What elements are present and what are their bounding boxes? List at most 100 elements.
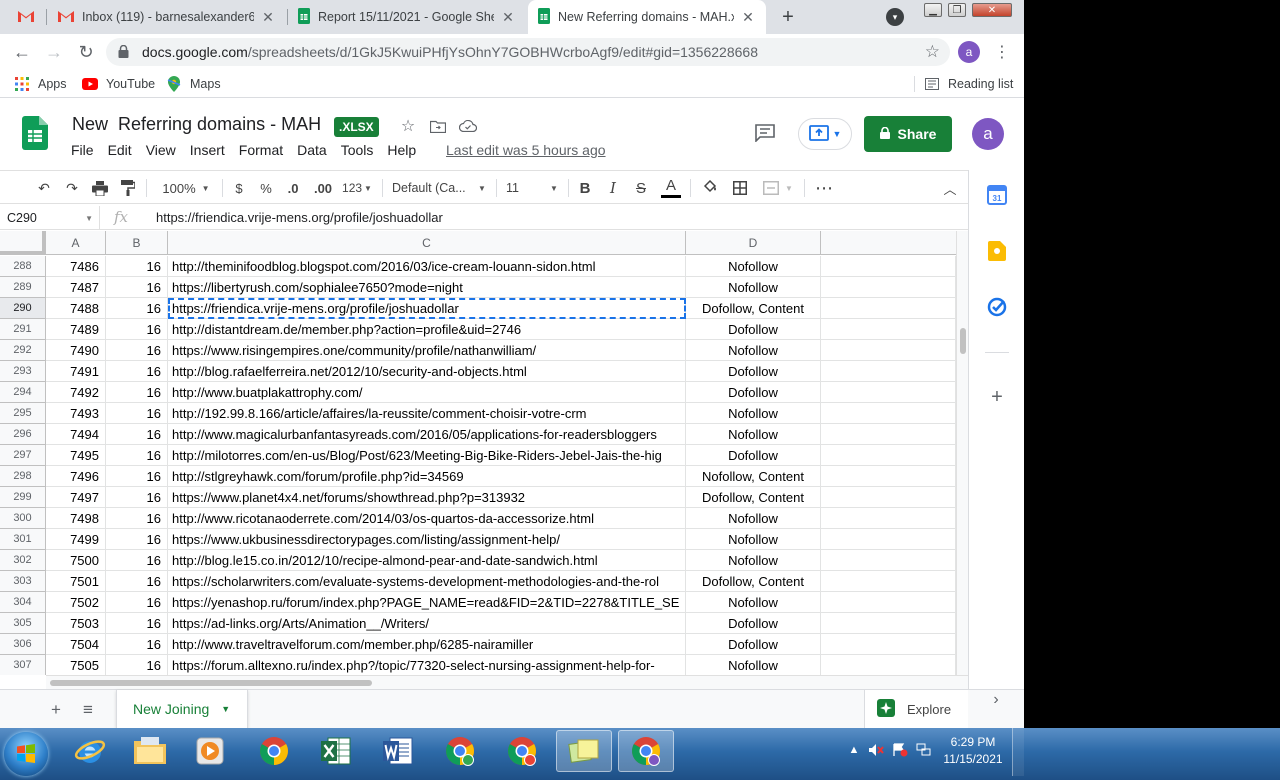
cell-c[interactable]: http://192.99.8.166/article/affaires/la-… xyxy=(168,403,686,424)
cell-d[interactable]: Nofollow xyxy=(686,550,821,571)
close-icon[interactable]: ✕ xyxy=(260,9,276,25)
explore-button[interactable]: Explore xyxy=(864,690,968,728)
bookmark-maps[interactable]: Maps xyxy=(166,75,221,93)
cell-empty[interactable] xyxy=(821,424,956,445)
taskbar-chrome-active-icon[interactable] xyxy=(618,730,674,772)
menu-edit[interactable]: Edit xyxy=(101,142,139,162)
tab-report[interactable]: Report 15/11/2021 - Google She ✕ xyxy=(288,0,526,34)
row-header[interactable]: 298 xyxy=(0,466,46,487)
column-header-b[interactable]: B xyxy=(106,231,168,255)
cell-b[interactable]: 16 xyxy=(106,424,168,445)
calendar-icon[interactable]: 31 xyxy=(986,184,1008,206)
menu-insert[interactable]: Insert xyxy=(183,142,232,162)
cell-empty[interactable] xyxy=(821,382,956,403)
currency-format-button[interactable]: $ xyxy=(230,177,248,199)
cell-d[interactable]: Nofollow xyxy=(686,592,821,613)
cell-a[interactable]: 7499 xyxy=(46,529,106,550)
cell-c[interactable]: https://forum.alltexno.ru/index.php?/top… xyxy=(168,655,686,675)
cell-d[interactable]: Nofollow xyxy=(686,340,821,361)
cell-c[interactable]: http://stlgreyhawk.com/forum/profile.php… xyxy=(168,466,686,487)
document-title[interactable]: New Referring domains - MAH xyxy=(72,114,321,135)
cell-d[interactable]: Nofollow xyxy=(686,277,821,298)
cell-a[interactable]: 7497 xyxy=(46,487,106,508)
cell-a[interactable]: 7503 xyxy=(46,613,106,634)
cell-empty[interactable] xyxy=(821,613,956,634)
cell-b[interactable]: 16 xyxy=(106,571,168,592)
tab-search-icon[interactable]: ▾ xyxy=(886,8,904,26)
cell-d[interactable]: Nofollow xyxy=(686,403,821,424)
cell-b[interactable]: 16 xyxy=(106,445,168,466)
cell-b[interactable]: 16 xyxy=(106,592,168,613)
zoom-select[interactable]: 100% ▼ xyxy=(156,177,216,199)
cell-a[interactable]: 7488 xyxy=(46,298,106,319)
share-button[interactable]: Share xyxy=(864,116,952,152)
undo-icon[interactable]: ↶ xyxy=(34,177,54,199)
menu-data[interactable]: Data xyxy=(290,142,334,162)
cell-d[interactable]: Nofollow xyxy=(686,508,821,529)
cell-empty[interactable] xyxy=(821,550,956,571)
all-sheets-list-icon[interactable]: ≡ xyxy=(78,700,98,720)
cell-b[interactable]: 16 xyxy=(106,613,168,634)
add-sheet-icon[interactable]: + xyxy=(46,700,66,720)
cell-b[interactable]: 16 xyxy=(106,382,168,403)
cloud-saved-icon[interactable] xyxy=(458,116,478,136)
cell-a[interactable]: 7502 xyxy=(46,592,106,613)
cell-b[interactable]: 16 xyxy=(106,655,168,675)
bookmark-youtube[interactable]: YouTube xyxy=(82,75,155,93)
cell-c[interactable]: https://ad-links.org/Arts/Animation__/Wr… xyxy=(168,613,686,634)
row-header[interactable]: 300 xyxy=(0,508,46,529)
taskbar-chrome-profile-icon[interactable] xyxy=(494,730,550,772)
cell-a[interactable]: 7494 xyxy=(46,424,106,445)
taskbar-chrome-profile-icon[interactable] xyxy=(432,730,488,772)
cell-a[interactable]: 7495 xyxy=(46,445,106,466)
star-icon[interactable]: ☆ xyxy=(398,116,418,136)
cell-empty[interactable] xyxy=(821,592,956,613)
reload-icon[interactable]: ↻ xyxy=(74,40,98,64)
cell-b[interactable]: 16 xyxy=(106,361,168,382)
volume-muted-icon[interactable] xyxy=(868,742,884,758)
back-arrow-icon[interactable]: ← xyxy=(10,40,34,64)
cell-c[interactable]: https://scholarwriters.com/evaluate-syst… xyxy=(168,571,686,592)
taskbar-word-icon[interactable] xyxy=(370,730,426,772)
cell-empty[interactable] xyxy=(821,487,956,508)
tasks-icon[interactable] xyxy=(986,296,1008,318)
strikethrough-button[interactable]: S xyxy=(632,177,650,199)
cell-empty[interactable] xyxy=(821,340,956,361)
minimize-button[interactable]: ▁ xyxy=(924,3,942,17)
cell-c[interactable]: http://blog.rafaelferreira.net/2012/10/s… xyxy=(168,361,686,382)
get-addons-plus-icon[interactable]: + xyxy=(986,386,1008,408)
cell-b[interactable]: 16 xyxy=(106,487,168,508)
row-header[interactable]: 294 xyxy=(0,382,46,403)
row-header[interactable]: 295 xyxy=(0,403,46,424)
sheets-logo-icon[interactable] xyxy=(22,116,48,150)
cell-c[interactable]: http://blog.le15.co.in/2012/10/recipe-al… xyxy=(168,550,686,571)
cell-empty[interactable] xyxy=(821,445,956,466)
cell-d[interactable]: Dofollow xyxy=(686,634,821,655)
taskbar-chrome-icon[interactable] xyxy=(246,730,302,772)
menu-kebab-icon[interactable]: ⋮ xyxy=(994,41,1010,63)
cell-d[interactable]: Nofollow xyxy=(686,256,821,277)
formula-input[interactable]: https://friendica.vrije-mens.org/profile… xyxy=(156,210,443,225)
print-icon[interactable] xyxy=(90,177,110,199)
scroll-thumb[interactable] xyxy=(50,680,372,686)
cell-empty[interactable] xyxy=(821,571,956,592)
cell-c[interactable]: http://milotorres.com/en-us/Blog/Post/62… xyxy=(168,445,686,466)
row-header[interactable]: 304 xyxy=(0,592,46,613)
cell-c[interactable]: http://theminifoodblog.blogspot.com/2016… xyxy=(168,256,686,277)
cell-a[interactable]: 7501 xyxy=(46,571,106,592)
close-icon[interactable]: ✕ xyxy=(500,9,516,25)
tab-referring-domains[interactable]: New Referring domains - MAH.xl ✕ xyxy=(528,0,766,34)
merge-cells-icon[interactable]: ▼ xyxy=(760,177,796,199)
redo-icon[interactable]: ↷ xyxy=(62,177,82,199)
cell-b[interactable]: 16 xyxy=(106,634,168,655)
collapse-chevron-up-icon[interactable]: ︿ xyxy=(940,177,960,199)
account-avatar[interactable]: a xyxy=(972,118,1004,150)
move-folder-icon[interactable] xyxy=(428,116,448,136)
cell-a[interactable]: 7486 xyxy=(46,256,106,277)
cell-c[interactable]: http://www.magicalurbanfantasyreads.com/… xyxy=(168,424,686,445)
cell-b[interactable]: 16 xyxy=(106,403,168,424)
bold-button[interactable]: B xyxy=(576,177,594,199)
menu-file[interactable]: File xyxy=(64,142,101,162)
menu-format[interactable]: Format xyxy=(232,142,290,162)
cell-d[interactable]: Dofollow xyxy=(686,445,821,466)
